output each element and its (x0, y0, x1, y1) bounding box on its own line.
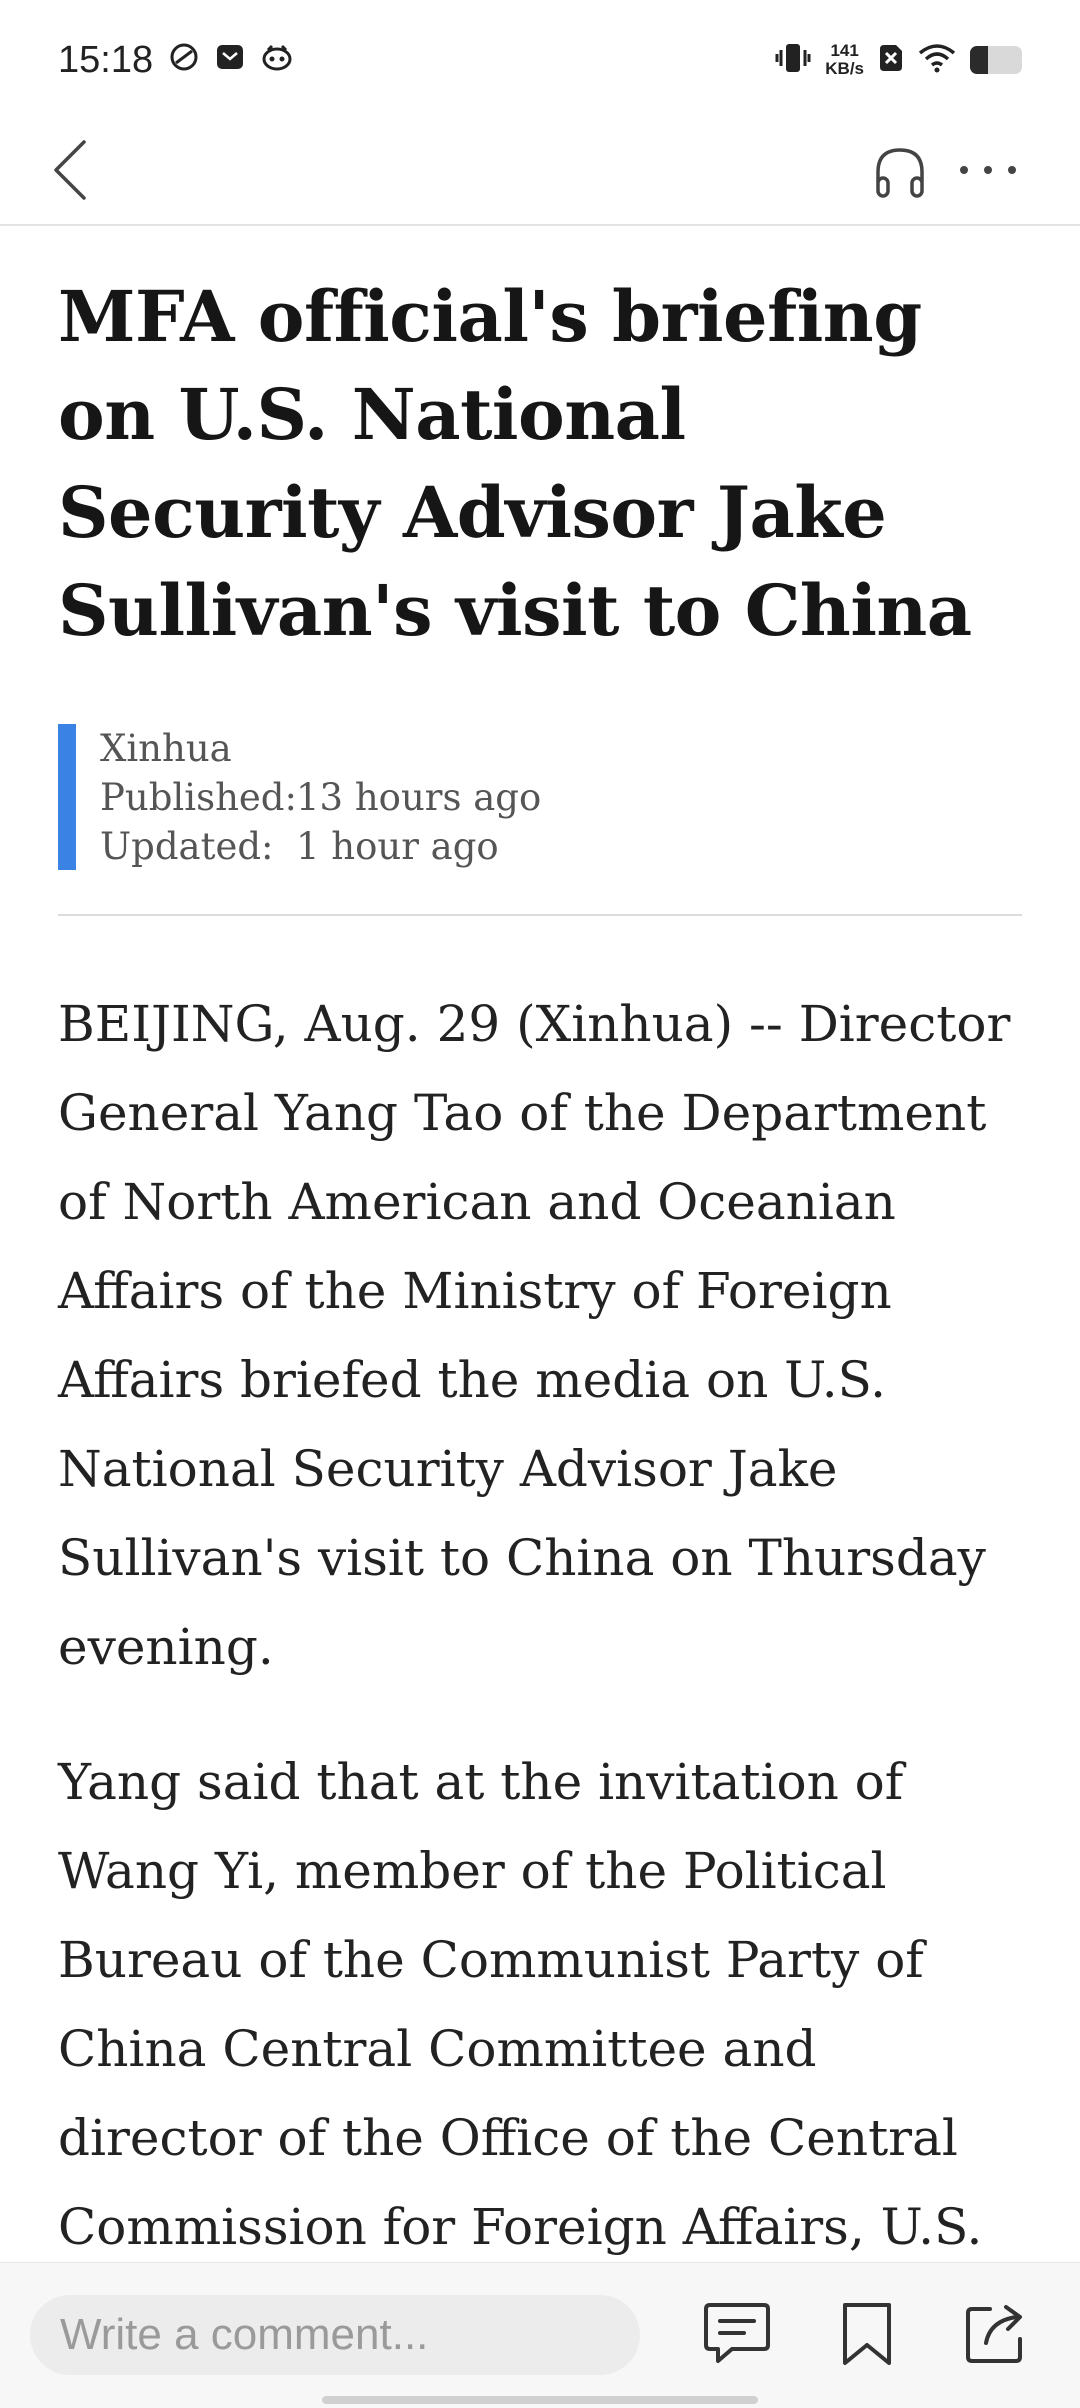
battery-icon (970, 46, 1022, 74)
status-left: 15:18 (58, 39, 293, 82)
status-right: 141 KB/s (775, 41, 1022, 80)
article-body: BEIJING, Aug. 29 (Xinhua) -- Director Ge… (58, 980, 1022, 2272)
no-sim-icon (878, 43, 904, 78)
article-headline: MFA official's briefing on U.S. National… (58, 275, 972, 652)
meta-divider (58, 914, 1022, 916)
article-paragraph: Yang said that at the invitation of Wang… (58, 1753, 983, 2256)
vibrate-icon (775, 41, 811, 80)
status-time: 15:18 (58, 38, 154, 81)
article-meta: Xinhua Published: 13 hours ago Updated: … (58, 724, 1022, 870)
network-speed: 141 KB/s (825, 42, 864, 78)
status-bar: 15:18 141 KB/s (0, 0, 1080, 120)
comment-input[interactable] (30, 2295, 640, 2375)
article-paragraph: BEIJING, Aug. 29 (Xinhua) -- Director Ge… (58, 995, 1011, 1676)
battery-level-fill (970, 46, 989, 74)
more-options-button[interactable] (948, 132, 1028, 212)
home-indicator[interactable] (322, 2396, 758, 2404)
published-label: Published: (100, 776, 297, 819)
article: MFA official's briefing on U.S. National… (58, 226, 1022, 2318)
more-dots-icon (958, 163, 1018, 181)
published-row: Published: 13 hours ago (100, 773, 1022, 822)
back-arrow-icon (52, 139, 88, 206)
article-source-row: Xinhua (100, 724, 1022, 773)
back-button[interactable] (30, 132, 110, 212)
headphones-icon (872, 144, 928, 205)
share-icon (962, 2301, 1028, 2372)
listen-button[interactable] (858, 132, 942, 216)
network-speed-unit: KB/s (825, 59, 864, 78)
updated-row: Updated: 1 hour ago (100, 822, 1022, 871)
network-speed-value: 141 (830, 41, 859, 60)
bottom-action-bar (0, 2262, 1080, 2408)
bookmark-icon (839, 2301, 895, 2372)
published-value: 13 hours ago (296, 776, 542, 819)
comments-icon (702, 2301, 772, 2372)
share-button[interactable] (950, 2291, 1040, 2381)
updated-value: 1 hour ago (296, 825, 499, 868)
updated-label: Updated: (100, 825, 274, 868)
dnd-icon (169, 39, 199, 82)
bookmark-button[interactable] (822, 2291, 912, 2381)
article-source[interactable]: Xinhua (100, 724, 232, 773)
comments-button[interactable] (692, 2291, 782, 2381)
app-notification-icon (261, 39, 293, 82)
message-icon (215, 39, 245, 82)
wifi-icon (918, 43, 956, 78)
meta-accent-bar (58, 724, 76, 870)
app-bar (0, 120, 1080, 226)
